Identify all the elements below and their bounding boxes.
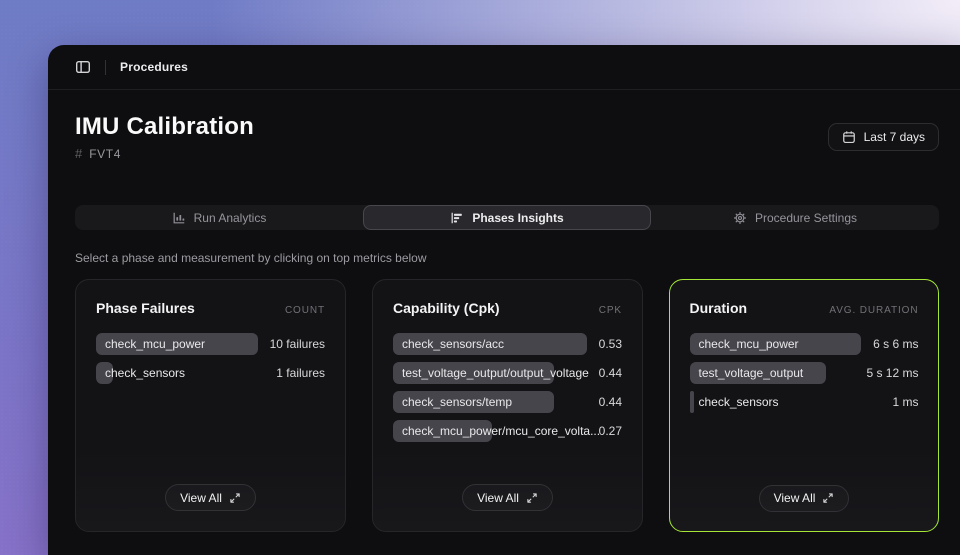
bar-track: test_voltage_output bbox=[690, 362, 855, 384]
sidebar-toggle-button[interactable] bbox=[75, 59, 91, 75]
calendar-icon bbox=[842, 130, 856, 144]
metric-row-value: 1 ms bbox=[892, 395, 918, 409]
tab-procedure-settings[interactable]: Procedure Settings bbox=[651, 205, 939, 230]
top-bar: Procedures bbox=[48, 45, 960, 90]
metric-row-value: 1 failures bbox=[276, 366, 325, 380]
card-metric-label: AVG. DURATION bbox=[829, 305, 918, 316]
card-duration: Duration AVG. DURATION check_mcu_power 6 s … bbox=[669, 279, 939, 532]
metric-row-check-mcu-power[interactable]: check_mcu_power 10 failures bbox=[96, 333, 325, 355]
metric-row-value: 6 s 6 ms bbox=[873, 337, 918, 351]
metric-row-label: check_sensors/temp bbox=[402, 391, 512, 413]
tab-label: Run Analytics bbox=[194, 211, 267, 225]
card-metric-label: CPK bbox=[599, 305, 622, 316]
view-all-button[interactable]: View All bbox=[759, 485, 850, 512]
expand-icon bbox=[822, 492, 834, 504]
metric-row-value: 0.44 bbox=[599, 366, 622, 380]
metric-row-value: 10 failures bbox=[270, 337, 325, 351]
metric-row-label: check_sensors bbox=[699, 391, 779, 413]
chart-column-icon bbox=[172, 211, 186, 225]
tab-label: Phases Insights bbox=[472, 211, 563, 225]
view-all-label: View All bbox=[180, 491, 222, 505]
card-title: Duration bbox=[690, 300, 748, 316]
metric-row-label: test_voltage_output/output_voltage bbox=[402, 362, 589, 384]
metric-row-check-sensors[interactable]: check_sensors 1 ms bbox=[690, 391, 919, 413]
procedure-tag: FVT4 bbox=[89, 147, 121, 161]
metric-row-test-voltage-output-output-voltage[interactable]: test_voltage_output/output_voltage 0.44 bbox=[393, 362, 622, 384]
expand-icon bbox=[229, 492, 241, 504]
metric-row-check-mcu-power-mcu-core-volta[interactable]: check_mcu_power/mcu_core_volta...0.27 bbox=[393, 420, 622, 442]
page-header: IMU Calibration # FVT4 Last 7 days bbox=[48, 90, 960, 161]
metric-row-check-mcu-power[interactable]: check_mcu_power 6 s 6 ms bbox=[690, 333, 919, 355]
metric-row-label: check_sensors/acc bbox=[402, 333, 504, 355]
view-all-button[interactable]: View All bbox=[462, 484, 553, 511]
gear-icon bbox=[733, 211, 747, 225]
view-all-label: View All bbox=[774, 491, 816, 505]
expand-icon bbox=[526, 492, 538, 504]
bar-track: check_sensors bbox=[96, 362, 264, 384]
breadcrumb[interactable]: Procedures bbox=[120, 60, 188, 74]
metric-row-check-sensors-temp[interactable]: check_sensors/temp 0.44 bbox=[393, 391, 622, 413]
view-all-label: View All bbox=[477, 491, 519, 505]
metric-row-label: check_mcu_power bbox=[105, 333, 205, 355]
tab-bar: Run Analytics Phases Insights Procedure Se… bbox=[75, 205, 939, 230]
panel-left-icon bbox=[75, 59, 91, 75]
card-phase-failures: Phase Failures COUNT check_mcu_power 10 fai… bbox=[75, 279, 346, 532]
hash-icon: # bbox=[75, 146, 82, 161]
metric-row-value: 0.53 bbox=[599, 337, 622, 351]
page-title: IMU Calibration bbox=[75, 113, 254, 141]
metric-row-label: test_voltage_output bbox=[699, 362, 804, 384]
hint-text: Select a phase and measurement by clicki… bbox=[75, 251, 933, 265]
metric-cards: Phase Failures COUNT check_mcu_power 10 fai… bbox=[75, 279, 939, 532]
date-range-label: Last 7 days bbox=[864, 130, 925, 144]
metric-row-value: 5 s 12 ms bbox=[866, 366, 918, 380]
metric-row-value: 0.27 bbox=[599, 424, 622, 438]
metric-row-check-sensors[interactable]: check_sensors 1 failures bbox=[96, 362, 325, 384]
metric-row-value: 0.44 bbox=[599, 395, 622, 409]
chart-bars-horizontal-icon bbox=[450, 211, 464, 225]
date-range-button[interactable]: Last 7 days bbox=[828, 123, 939, 151]
metric-row-label: check_mcu_power bbox=[699, 333, 799, 355]
breadcrumb-divider bbox=[105, 60, 106, 75]
tab-phases-insights[interactable]: Phases Insights bbox=[363, 205, 651, 230]
bar-track: check_sensors bbox=[690, 391, 881, 413]
bar-track: check_mcu_power/mcu_core_volta... bbox=[393, 420, 587, 442]
tab-label: Procedure Settings bbox=[755, 211, 857, 225]
bar-track: test_voltage_output/output_voltage bbox=[393, 362, 587, 384]
metric-bar bbox=[690, 391, 694, 413]
metric-row-test-voltage-output[interactable]: test_voltage_output 5 s 12 ms bbox=[690, 362, 919, 384]
metric-row-label: check_sensors bbox=[105, 362, 185, 384]
card-title: Capability (Cpk) bbox=[393, 300, 500, 316]
bar-track: check_sensors/acc bbox=[393, 333, 587, 355]
metric-row-label: check_mcu_power/mcu_core_volta... bbox=[402, 420, 600, 442]
card-metric-label: COUNT bbox=[285, 305, 325, 316]
card-capability-cpk: Capability (Cpk) CPK check_sensors/acc 0.53… bbox=[372, 279, 643, 532]
bar-track: check_mcu_power bbox=[96, 333, 258, 355]
bar-track: check_sensors/temp bbox=[393, 391, 587, 413]
view-all-button[interactable]: View All bbox=[165, 484, 256, 511]
card-title: Phase Failures bbox=[96, 300, 195, 316]
app-window: Procedures IMU Calibration # FVT4 Last 7… bbox=[48, 45, 960, 555]
metric-row-check-sensors-acc[interactable]: check_sensors/acc 0.53 bbox=[393, 333, 622, 355]
bar-track: check_mcu_power bbox=[690, 333, 862, 355]
tab-run-analytics[interactable]: Run Analytics bbox=[75, 205, 363, 230]
